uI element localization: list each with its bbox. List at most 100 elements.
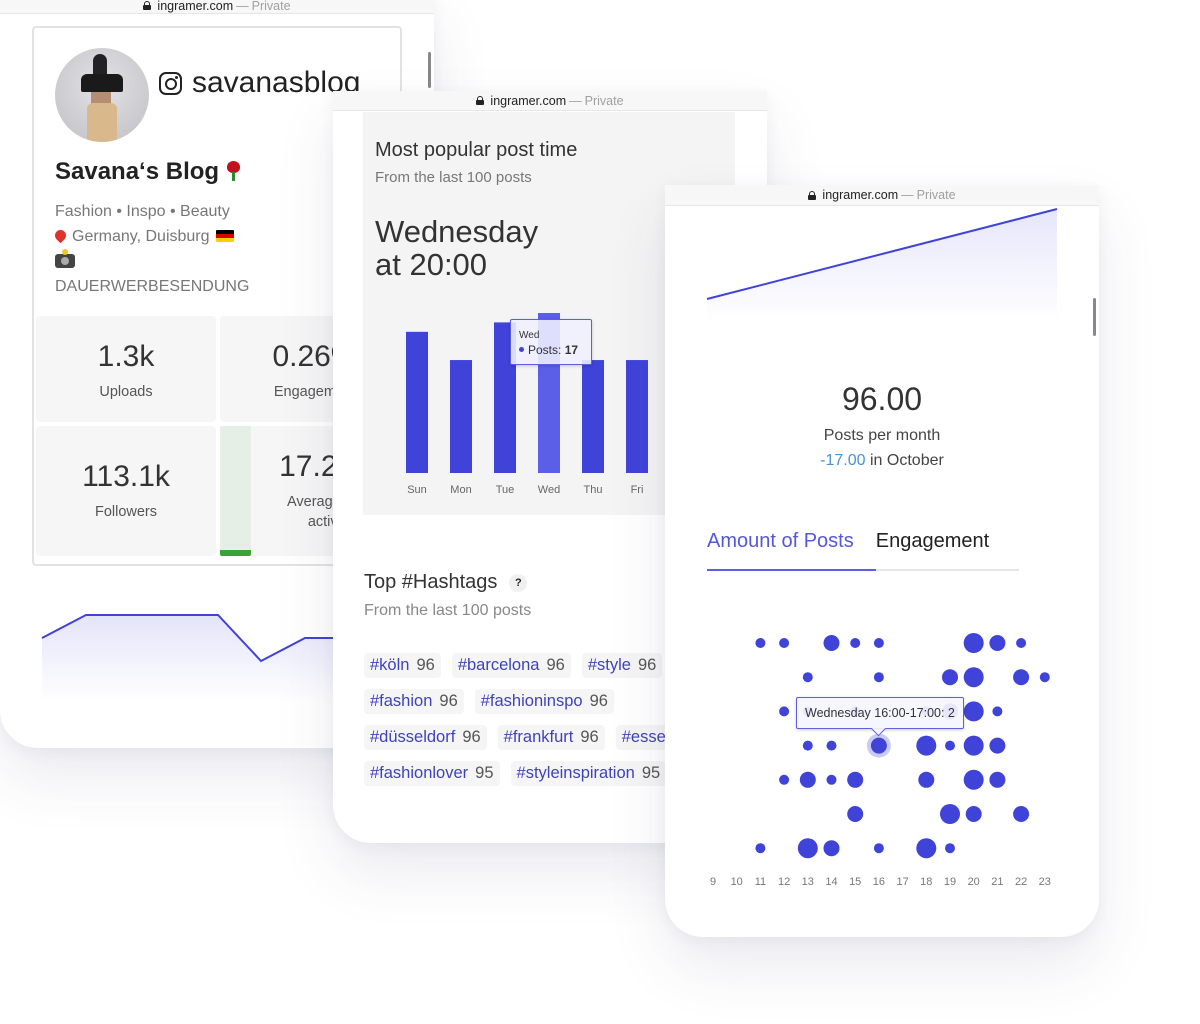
profile-name-text: Savana‘s Blog xyxy=(55,158,220,185)
hashtag-count: 96 xyxy=(546,656,565,674)
hashtag-chip[interactable]: #styleinspiration 95 xyxy=(510,761,667,786)
stat-value: 1.3k xyxy=(97,340,155,373)
posts-per-month-browser-window: ingramer.com — Private 96.00 Posts per m… xyxy=(665,185,1099,937)
x-tick-label: 18 xyxy=(920,876,932,888)
hashtag-name: #styleinspiration xyxy=(516,764,635,782)
scatter-point xyxy=(823,840,840,857)
stat-uploads: 1.3k Uploads xyxy=(36,316,216,422)
url-separator: — xyxy=(236,0,249,13)
scatter-point xyxy=(940,804,960,824)
hashtag-count: 96 xyxy=(580,728,599,746)
x-tick-label: 12 xyxy=(778,876,790,888)
x-tick-label: 9 xyxy=(710,876,716,888)
posting-hours-scatter: 9 10 11 12 13 14 15 16 17 18 19 20 21 22 23 xyxy=(710,633,1051,888)
scatter-point xyxy=(826,740,837,751)
hashtag-count: 95 xyxy=(475,764,494,782)
scatter-point xyxy=(992,706,1003,717)
x-tick-label: 20 xyxy=(968,876,980,888)
hashtag-chip[interactable]: #köln 96 xyxy=(364,653,441,678)
scatter-point xyxy=(826,774,837,785)
help-button[interactable]: ? xyxy=(509,574,528,592)
private-label: Private xyxy=(251,0,291,13)
scatter-point xyxy=(779,774,790,785)
scatter-point xyxy=(802,672,813,683)
hashtags-title: Top #Hashtags? xyxy=(364,571,528,594)
scatter-point xyxy=(963,769,984,790)
profile-bio: Fashion • Inspo • Beauty Germany, Duisbu… xyxy=(52,199,250,299)
x-tick-label: 23 xyxy=(1039,876,1051,888)
hashtag-chip[interactable]: #fashionlover 95 xyxy=(364,761,500,786)
scatter-point xyxy=(1013,669,1030,686)
stat-label: Uploads xyxy=(99,384,153,400)
hashtag-count: 96 xyxy=(589,692,608,710)
hashtag-name: #fashionlover xyxy=(370,764,469,782)
x-tick-label: 21 xyxy=(991,876,1003,888)
scatter-tooltip: Wednesday 16:00-17:00: 2 xyxy=(796,697,964,729)
bar-sun xyxy=(406,331,428,473)
activity-progress-bar xyxy=(220,426,251,556)
hashtag-count: 96 xyxy=(462,728,481,746)
scatter-point xyxy=(918,771,935,788)
instagram-icon xyxy=(159,71,182,95)
scatter-point xyxy=(1016,638,1027,648)
scatter-point xyxy=(963,667,984,688)
scatter-point xyxy=(873,843,884,854)
bio-categories: Fashion • Inspo • Beauty xyxy=(55,203,230,220)
hashtag-name: #frankfurt xyxy=(503,728,574,746)
x-tick-label: Wed xyxy=(538,484,560,496)
pin-icon xyxy=(52,227,69,244)
scatter-point xyxy=(873,672,884,683)
scatter-point xyxy=(823,635,840,651)
hashtag-chip[interactable]: #fashioninspo 96 xyxy=(474,689,614,714)
x-tick-label: Sun xyxy=(407,484,427,496)
scatter-point xyxy=(847,771,864,788)
hashtag-name: #fashioninspo xyxy=(480,692,583,710)
camera-flash-icon xyxy=(55,249,75,268)
stat-followers: 113.1k Followers xyxy=(36,426,216,556)
tooltip-day: Wed xyxy=(519,330,540,341)
hashtag-chip[interactable]: #frankfurt 96 xyxy=(497,725,605,750)
instagram-handle[interactable]: savanasblog xyxy=(159,66,360,100)
scatter-point xyxy=(870,737,887,754)
bio-camera xyxy=(55,249,249,274)
x-tick-label: 19 xyxy=(944,876,956,888)
bio-tagline: DAUERWERBESENDUNG xyxy=(55,278,250,295)
scatter-point xyxy=(779,706,790,717)
scatter-point xyxy=(755,638,766,648)
hashtag-name: #style xyxy=(587,656,631,674)
hashtag-count: 95 xyxy=(641,764,661,782)
scatter-point xyxy=(942,669,958,686)
scatter-point xyxy=(802,740,813,751)
scatter-point xyxy=(779,638,790,648)
hashtag-chip[interactable]: #barcelona 96 xyxy=(451,653,571,678)
scatter-point xyxy=(945,740,955,751)
scatter-point xyxy=(945,843,955,854)
scatter-point xyxy=(989,635,1006,651)
trend-area xyxy=(42,615,349,702)
scatter-point xyxy=(1039,672,1050,683)
hashtag-name: #barcelona xyxy=(457,656,540,674)
url-domain: ingramer.com xyxy=(157,0,234,13)
hashtags-subtitle: From the last 100 posts xyxy=(364,602,532,619)
bar-mon xyxy=(450,360,472,473)
address-bar[interactable]: ingramer.com — Private xyxy=(0,0,434,14)
scatter-point xyxy=(799,771,816,788)
scatter-point xyxy=(963,633,984,653)
scatter-point xyxy=(916,735,937,756)
scatter-point xyxy=(989,771,1006,788)
x-tick-label: Thu xyxy=(584,484,603,496)
scatter-point xyxy=(755,843,766,854)
hashtag-chip[interactable]: #fashion 96 xyxy=(364,689,464,714)
german-flag-icon xyxy=(215,230,234,242)
x-tick-label: 16 xyxy=(873,876,885,888)
scrollbar[interactable] xyxy=(428,52,431,88)
x-tick-label: 17 xyxy=(896,876,908,888)
hashtag-chip[interactable]: #düsseldorf 96 xyxy=(364,725,487,750)
x-tick-label: Fri xyxy=(631,484,644,496)
hashtag-chip[interactable]: #style 96 xyxy=(581,653,663,678)
tooltip-value-row: Posts: 17 xyxy=(519,343,591,357)
profile-name: Savana‘s Blog xyxy=(55,158,241,186)
scatter-point xyxy=(916,838,937,859)
x-tick-label: 14 xyxy=(825,876,837,888)
bar-thu xyxy=(582,360,604,473)
